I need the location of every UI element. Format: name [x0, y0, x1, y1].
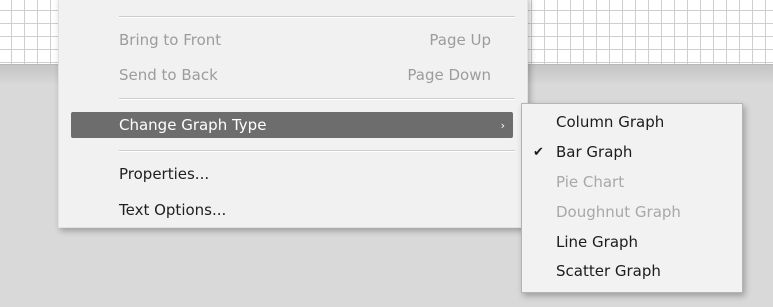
menu-item-text-options[interactable]: Text Options... — [71, 197, 513, 223]
menu-separator — [119, 16, 515, 18]
menu-item-label: Send to Back — [119, 66, 218, 84]
checkmark-icon: ✔ — [533, 144, 544, 160]
submenu-item-label: Pie Chart — [556, 173, 625, 191]
menu-item-shortcut: Page Up — [429, 31, 491, 49]
submenu-item-bar-graph[interactable]: ✔ Bar Graph — [522, 139, 742, 165]
graph-type-submenu: Column Graph ✔ Bar Graph Pie Chart Dough… — [521, 103, 743, 293]
menu-item-label: Change Graph Type — [119, 116, 267, 134]
submenu-item-label: Bar Graph — [556, 143, 633, 161]
submenu-item-label: Line Graph — [556, 233, 639, 251]
submenu-item-scatter-graph[interactable]: Scatter Graph — [522, 258, 742, 284]
menu-item-label: Text Options... — [119, 201, 227, 219]
menu-item-send-to-back[interactable]: Send to Back Page Down — [71, 62, 513, 88]
submenu-item-column-graph[interactable]: Column Graph — [522, 109, 742, 135]
menu-item-label: Properties... — [119, 165, 210, 183]
menu-item-properties[interactable]: Properties... — [71, 161, 513, 187]
menu-separator — [119, 98, 515, 100]
menu-item-label: Bring to Front — [119, 31, 222, 49]
menu-item-shortcut: Page Down — [407, 66, 491, 84]
submenu-item-doughnut-graph[interactable]: Doughnut Graph — [522, 199, 742, 225]
submenu-item-pie-chart[interactable]: Pie Chart — [522, 169, 742, 195]
submenu-item-label: Column Graph — [556, 113, 665, 131]
menu-item-bring-to-front[interactable]: Bring to Front Page Up — [71, 27, 513, 53]
submenu-item-label: Doughnut Graph — [556, 203, 681, 221]
menu-item-change-graph-type[interactable]: Change Graph Type › — [71, 112, 513, 138]
menu-separator — [119, 150, 515, 152]
submenu-item-line-graph[interactable]: Line Graph — [522, 229, 742, 255]
submenu-arrow-icon: › — [500, 118, 505, 132]
submenu-item-label: Scatter Graph — [556, 262, 661, 280]
context-menu: Bring to Front Page Up Send to Back Page… — [58, 0, 528, 228]
